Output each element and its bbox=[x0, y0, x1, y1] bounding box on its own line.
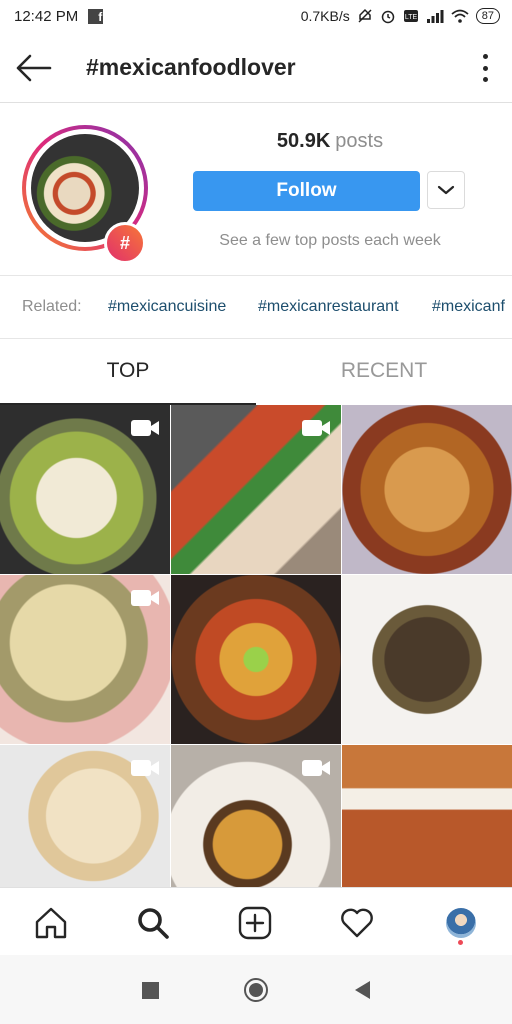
grid-post[interactable] bbox=[171, 575, 341, 744]
page-title: #mexicanfoodlover bbox=[86, 54, 296, 80]
related-tag-mexicanf[interactable]: #mexicanf bbox=[432, 298, 505, 316]
nav-activity[interactable] bbox=[338, 904, 376, 942]
wifi-icon bbox=[451, 9, 469, 23]
silent-icon bbox=[358, 8, 372, 23]
related-tag-mexicanrestaurant[interactable]: #mexicanrestaurant bbox=[258, 298, 399, 316]
grid-post[interactable] bbox=[0, 405, 170, 574]
follow-options-button[interactable] bbox=[427, 171, 465, 209]
grid-post[interactable] bbox=[342, 575, 512, 744]
hashtag-badge-icon: # bbox=[104, 222, 146, 264]
tab-recent[interactable]: RECENT bbox=[256, 339, 512, 403]
related-label: Related: bbox=[22, 298, 82, 315]
recents-button[interactable] bbox=[137, 977, 163, 1003]
video-icon bbox=[131, 420, 159, 436]
status-right: 0.7KB/s LTE 87 bbox=[301, 8, 500, 24]
follow-button[interactable]: Follow bbox=[193, 171, 420, 211]
posts-label: posts bbox=[335, 130, 384, 152]
more-vertical-icon bbox=[482, 54, 488, 59]
video-icon bbox=[131, 590, 159, 606]
grid-post[interactable] bbox=[171, 745, 341, 887]
post-grid bbox=[0, 405, 512, 887]
volte-icon: LTE bbox=[403, 10, 418, 22]
video-icon bbox=[302, 760, 330, 776]
posts-count-line: 50.9K posts bbox=[194, 130, 466, 153]
posts-count: 50.9K bbox=[276, 130, 331, 152]
back-system-button[interactable] bbox=[349, 977, 375, 1003]
signal-icon bbox=[426, 10, 444, 23]
grid-post[interactable] bbox=[0, 575, 170, 744]
profile-avatar-icon bbox=[446, 908, 476, 938]
bottom-navigation bbox=[0, 887, 512, 956]
top-bar: #mexicanfoodlover bbox=[0, 34, 512, 103]
back-triangle-icon bbox=[355, 981, 370, 999]
search-icon bbox=[138, 908, 169, 939]
home-system-button[interactable] bbox=[243, 977, 269, 1003]
notification-dot bbox=[458, 940, 463, 945]
home-icon bbox=[35, 907, 67, 939]
grid-post[interactable] bbox=[0, 745, 170, 887]
follow-hint: See a few top posts each week bbox=[219, 232, 441, 249]
grid-post[interactable] bbox=[171, 405, 341, 574]
more-options-button[interactable] bbox=[478, 54, 492, 82]
post-tabs: TOP RECENT bbox=[0, 339, 512, 405]
recents-icon bbox=[141, 981, 159, 999]
alarm-icon bbox=[381, 10, 394, 24]
nav-profile[interactable] bbox=[442, 904, 480, 945]
grid-post[interactable] bbox=[342, 745, 512, 887]
system-navigation bbox=[0, 955, 512, 1024]
nav-add-post[interactable] bbox=[236, 904, 274, 942]
activity-heart-icon bbox=[341, 908, 373, 938]
battery-indicator: 87 bbox=[475, 8, 500, 24]
nav-home[interactable] bbox=[32, 904, 70, 942]
chevron-down-icon bbox=[437, 185, 455, 195]
hashtag-profile: # 50.9K posts Follow See a few top posts … bbox=[0, 103, 512, 276]
add-post-icon bbox=[238, 906, 272, 940]
back-arrow-icon bbox=[16, 54, 52, 82]
svg-text:LTE: LTE bbox=[405, 14, 418, 21]
nav-search[interactable] bbox=[134, 904, 172, 942]
status-bar: 12:42 PM f 0.7KB/s LTE 87 bbox=[0, 0, 512, 34]
home-circle-icon bbox=[244, 978, 268, 1002]
tab-top[interactable]: TOP bbox=[0, 339, 256, 405]
grid-post[interactable] bbox=[342, 405, 512, 574]
status-time: 12:42 PM bbox=[14, 8, 79, 25]
related-tag-mexicancuisine[interactable]: #mexicancuisine bbox=[108, 298, 226, 316]
back-button[interactable] bbox=[14, 52, 52, 84]
video-icon bbox=[302, 420, 330, 436]
video-icon bbox=[131, 760, 159, 776]
related-hashtags: Related: #mexicancuisine #mexicanrestaur… bbox=[0, 276, 512, 339]
network-speed: 0.7KB/s bbox=[300, 8, 350, 24]
status-left: 12:42 PM f bbox=[14, 8, 104, 25]
facebook-icon: f bbox=[88, 9, 104, 24]
